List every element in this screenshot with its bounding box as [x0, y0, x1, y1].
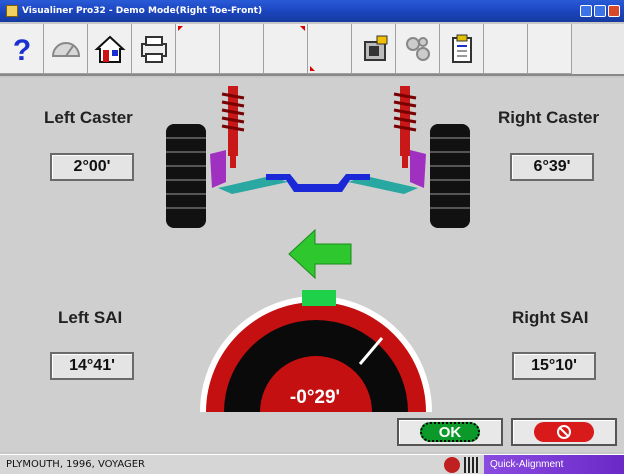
cancel-button[interactable] [511, 418, 617, 446]
help-button[interactable]: ? [0, 24, 44, 74]
reverse-button[interactable] [352, 24, 396, 74]
indicator-mark [178, 26, 183, 31]
title-bar: Visualiner Pro32 - Demo Mode(Right Toe-F… [0, 0, 624, 22]
window-title: Visualiner Pro32 - Demo Mode(Right Toe-F… [22, 6, 263, 16]
vehicle-info: PLYMOUTH, 1996, VOYAGER [6, 459, 145, 470]
indicator-mark [300, 26, 305, 31]
help-icon: ? [12, 34, 30, 66]
right-sai-label: Right SAI [512, 308, 589, 327]
home-button[interactable] [88, 24, 132, 74]
toolbar-slot-13[interactable] [528, 24, 572, 74]
ok-label: OK [420, 422, 480, 442]
ok-button[interactable]: OK [397, 418, 503, 446]
app-icon [6, 5, 18, 17]
printer-icon [140, 35, 167, 63]
left-tire [166, 124, 206, 228]
status-bar: PLYMOUTH, 1996, VOYAGER Quick-Alignment [0, 454, 624, 474]
close-button[interactable] [608, 5, 620, 17]
gauge-target-zone [302, 290, 336, 306]
minimize-button[interactable] [580, 5, 592, 17]
left-sai-label: Left SAI [58, 308, 123, 327]
speedometer-icon [51, 41, 80, 57]
speedometer-button[interactable] [44, 24, 88, 74]
settings-button[interactable] [396, 24, 440, 74]
toolbar-slot-6[interactable] [220, 24, 264, 74]
left-sai-value: 14°41' [50, 352, 134, 380]
notes-icon [451, 34, 472, 63]
home-icon [93, 35, 126, 63]
network-icon [464, 456, 480, 473]
mode-indicator: Quick-Alignment [484, 454, 624, 474]
reverse-icon [363, 35, 387, 61]
right-sai-value: 15°10' [512, 352, 596, 380]
maximize-button[interactable] [594, 5, 606, 17]
right-caster-label: Right Caster [498, 108, 600, 127]
toolbar-slot-8[interactable] [308, 24, 352, 74]
toolbar-slot-5[interactable] [176, 24, 220, 74]
cancel-icon [557, 425, 571, 439]
alert-icon [444, 456, 460, 473]
notes-button[interactable] [440, 24, 484, 74]
indicator-mark [310, 66, 315, 71]
left-arrow-icon [288, 228, 352, 280]
left-caster-value: 2°00' [50, 153, 134, 181]
left-caster-label: Left Caster [44, 108, 133, 127]
right-caster-value: 6°39' [510, 153, 594, 181]
right-tire [430, 124, 470, 228]
toolbar-slot-12[interactable] [484, 24, 528, 74]
settings-gear-icon [405, 36, 430, 61]
toolbar: ? [0, 24, 624, 76]
suspension-diagram [166, 86, 470, 228]
gauge-readout: -0°29' [289, 387, 341, 408]
print-button[interactable] [132, 24, 176, 74]
svg-text:?: ? [12, 34, 30, 66]
toolbar-slot-7[interactable] [264, 24, 308, 74]
